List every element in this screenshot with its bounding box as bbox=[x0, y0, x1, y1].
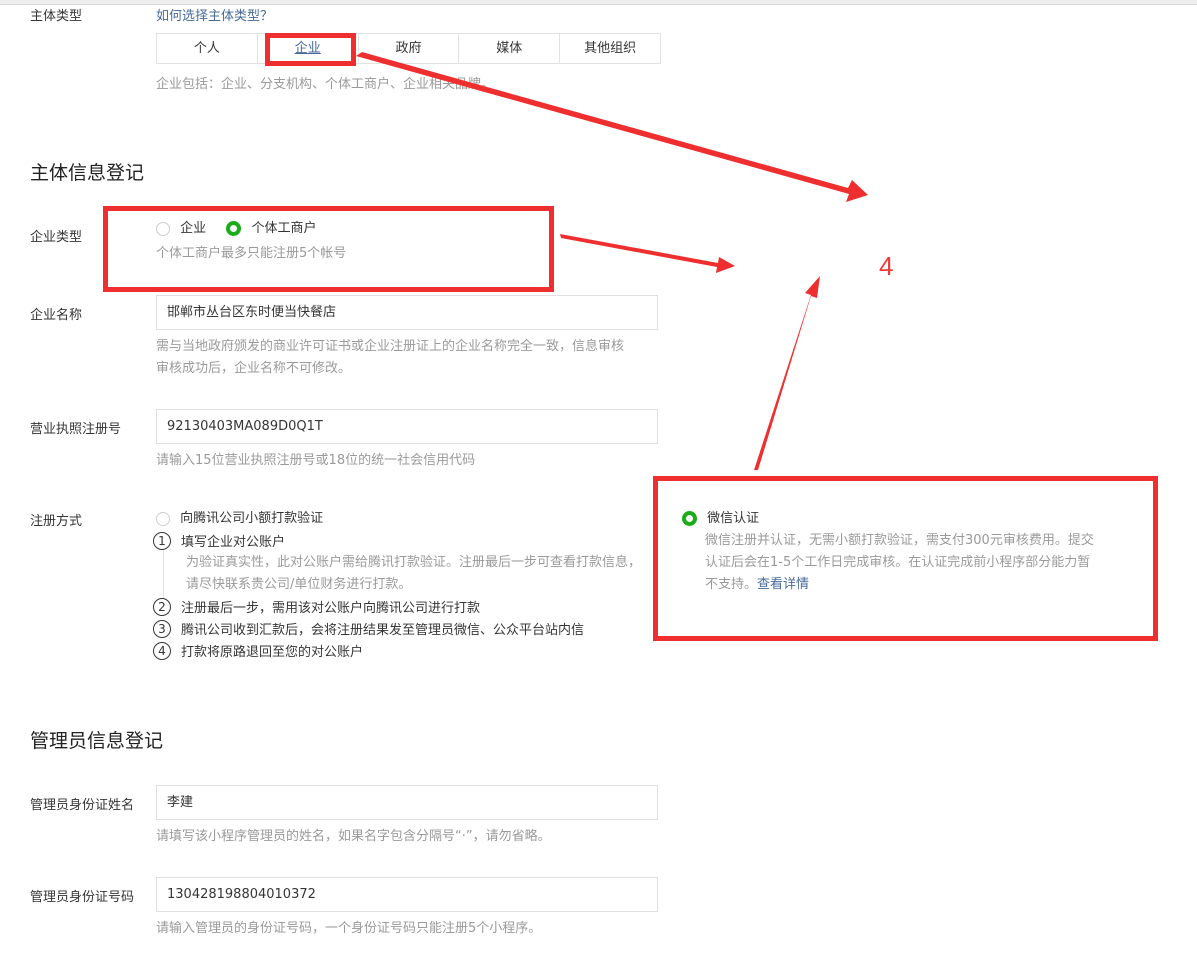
arrow-to-annotation-top bbox=[356, 52, 868, 202]
annotation-arrows bbox=[356, 52, 868, 470]
arrow-to-annotation-middle bbox=[560, 234, 735, 273]
arrow-from-wechat-box bbox=[754, 276, 820, 470]
